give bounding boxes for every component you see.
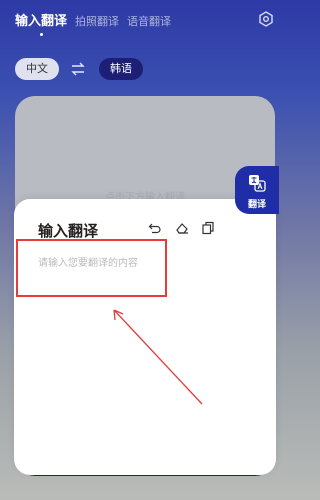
translate-icon xyxy=(249,175,266,192)
badge-label: 翻译 xyxy=(247,200,266,210)
translate-badge[interactable]: 翻译 xyxy=(235,166,279,214)
target-language-button[interactable]: 韩语 xyxy=(99,58,143,80)
copy-icon[interactable] xyxy=(201,221,215,235)
language-selector: 中文 韩语 xyxy=(15,58,275,80)
gear-icon[interactable] xyxy=(258,11,274,27)
undo-icon[interactable] xyxy=(148,221,162,235)
highlight-box xyxy=(16,239,167,297)
source-language-button[interactable]: 中文 xyxy=(15,58,59,80)
top-tabs: 输入翻译 拍照翻译 语音翻译 xyxy=(15,10,171,36)
tab-voice-translate[interactable]: 语音翻译 xyxy=(127,13,171,29)
tab-photo-translate[interactable]: 拍照翻译 xyxy=(75,13,119,29)
active-tab-indicator xyxy=(39,33,43,36)
eraser-icon[interactable] xyxy=(175,221,189,235)
tab-input-translate[interactable]: 输入翻译 xyxy=(15,10,68,36)
swap-icon[interactable] xyxy=(70,61,86,77)
tab-input-translate-label: 输入翻译 xyxy=(15,14,68,29)
sheet-title: 输入翻译 xyxy=(38,222,99,240)
